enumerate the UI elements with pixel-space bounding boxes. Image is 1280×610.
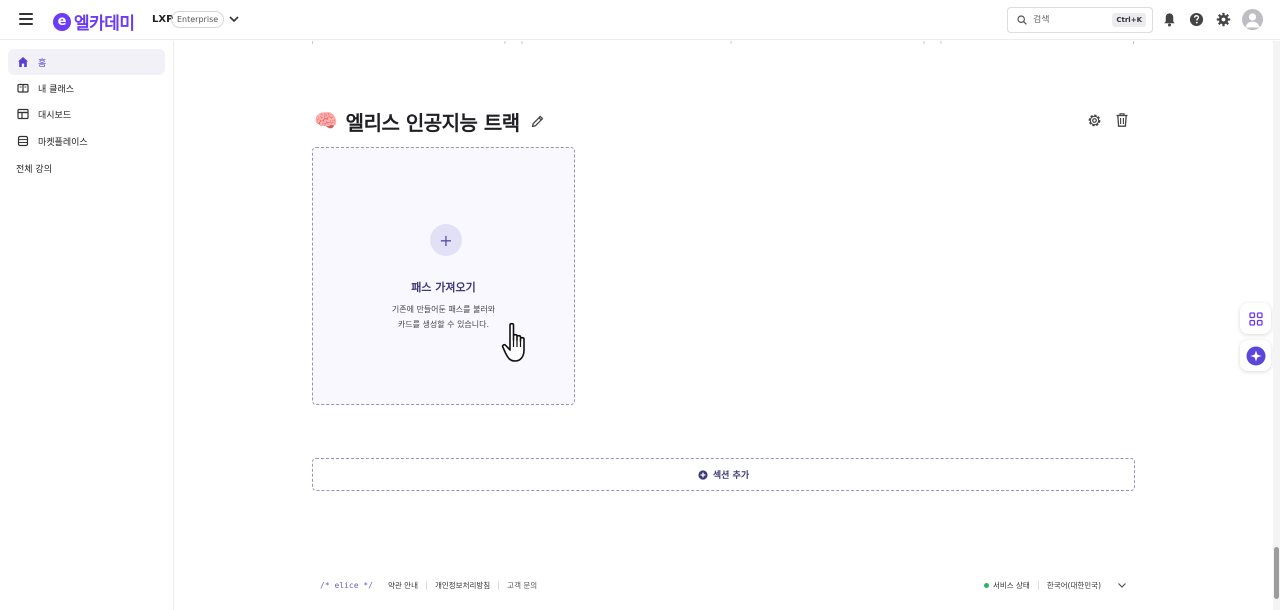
import-card-desc-line: 기존에 만들어둔 패스를 불러와 xyxy=(391,305,496,314)
sparkle-icon xyxy=(1246,346,1265,365)
hand-cursor-icon xyxy=(501,322,525,362)
service-status-link[interactable]: 서비스 상태 xyxy=(993,580,1030,591)
chevron-down-icon[interactable] xyxy=(1117,580,1127,590)
plus-icon: + xyxy=(430,224,462,256)
footer: /* elice */ 약관 안내 개인정보처리방침 고객 문의 서비스 상태 … xyxy=(312,576,1135,594)
plan-badge: Enterprise xyxy=(171,11,225,28)
sidebar-item-label: 마켓플레이스 xyxy=(38,137,88,148)
status-dot xyxy=(983,582,989,588)
scrollbar[interactable] xyxy=(1273,41,1280,610)
section-divider xyxy=(312,41,1134,44)
language-select[interactable]: 한국어(대한민국) xyxy=(1047,580,1101,591)
home-icon xyxy=(18,57,28,67)
add-section-button[interactable]: 섹션 추가 xyxy=(312,458,1135,491)
sidebar-item-label: 대시보드 xyxy=(38,110,72,121)
user-icon xyxy=(1245,13,1260,28)
plus-circle-icon xyxy=(698,469,708,480)
pencil-icon[interactable] xyxy=(530,114,545,129)
menu-icon[interactable] xyxy=(19,13,33,25)
search-box[interactable]: Ctrl+K xyxy=(1007,7,1153,33)
trash-icon[interactable] xyxy=(1115,112,1129,128)
track-header: 🧠 엘리스 인공지능 트랙 xyxy=(314,107,545,136)
footer-separator xyxy=(425,580,427,590)
search-icon xyxy=(1017,15,1027,25)
sidebar-item-marketplace[interactable]: 마켓플레이스 xyxy=(8,128,165,154)
help-icon[interactable] xyxy=(1189,12,1204,27)
dashboard-icon xyxy=(17,108,29,120)
footer-right: 서비스 상태 한국어(대한민국) xyxy=(983,576,1127,594)
ai-assistant-button[interactable] xyxy=(1240,340,1271,371)
footer-link-terms[interactable]: 약관 안내 xyxy=(388,580,418,591)
bell-icon[interactable] xyxy=(1162,12,1177,27)
sidebar-item-my-class[interactable]: 내 클래스 xyxy=(8,75,165,101)
footer-separator xyxy=(1037,580,1039,590)
apps-button[interactable] xyxy=(1240,303,1271,334)
logo-text: 엘카데미 xyxy=(74,14,135,34)
logo-mark: e xyxy=(53,12,71,31)
avatar[interactable] xyxy=(1242,9,1263,30)
import-card-title: 패스 가져오기 xyxy=(411,281,476,294)
grid-icon xyxy=(1248,311,1263,326)
footer-logo: /* elice */ xyxy=(320,580,373,590)
sidebar-item-label: 홈 xyxy=(38,58,47,69)
search-input[interactable] xyxy=(1033,15,1103,25)
top-bar: e 엘카데미 LXP Enterprise Ctrl+K xyxy=(0,0,1280,40)
sidebar: 홈 내 클래스 대시보드 마켓플레이스 전체 강의 xyxy=(0,41,174,610)
sidebar-item-dashboard[interactable]: 대시보드 xyxy=(8,101,165,127)
import-path-card[interactable]: + 패스 가져오기 기존에 만들어둔 패스를 불러와 카드를 생성할 수 있습니… xyxy=(312,147,575,405)
sidebar-item-home[interactable]: 홈 xyxy=(8,49,165,75)
page-title: 엘리스 인공지능 트랙 xyxy=(345,111,521,135)
sidebar-item-label: 내 클래스 xyxy=(38,84,74,95)
add-section-label: 섹션 추가 xyxy=(712,471,750,481)
brain-emoji: 🧠 xyxy=(314,110,338,132)
footer-separator xyxy=(498,580,500,590)
logo[interactable]: e 엘카데미 xyxy=(53,9,135,34)
search-shortcut: Ctrl+K xyxy=(1112,13,1146,27)
footer-link-contact[interactable]: 고객 문의 xyxy=(507,580,537,591)
sidebar-section-all-courses[interactable]: 전체 강의 xyxy=(16,162,52,175)
settings-icon[interactable] xyxy=(1087,113,1102,128)
scrollbar-thumb[interactable] xyxy=(1274,547,1279,599)
footer-link-privacy[interactable]: 개인정보처리방침 xyxy=(435,580,490,591)
store-icon xyxy=(17,135,29,147)
book-icon xyxy=(17,83,29,93)
gear-icon[interactable] xyxy=(1216,12,1231,27)
chevron-down-icon[interactable] xyxy=(228,13,240,25)
